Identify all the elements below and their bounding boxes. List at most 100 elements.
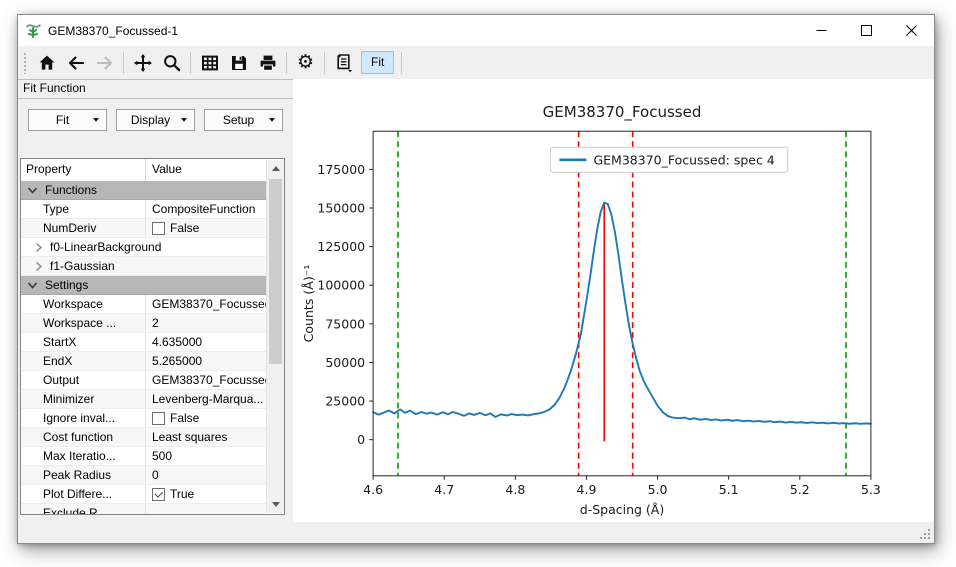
property-row[interactable]: Workspace GEM38370_Focussed [21,295,267,314]
property-row[interactable]: Workspace ... 2 [21,314,267,333]
section-row[interactable]: Settings [21,276,267,295]
property-row[interactable]: Exclude R... [21,504,267,514]
property-value-cell[interactable]: 500 [146,449,267,463]
toolbar-separator [401,51,403,74]
property-row[interactable]: Max Iteratio... 500 [21,447,267,466]
checkbox-unchecked[interactable] [152,221,165,235]
y-tick-label: 75000 [325,316,365,331]
maximize-button[interactable] [844,15,889,46]
zoom-button[interactable] [158,49,185,76]
x-tick-label: 5.1 [719,482,739,497]
y-tick-label: 125000 [317,239,365,254]
property-row[interactable]: NumDeriv False [21,219,267,238]
desktop: { "window": { "title": "GEM38370_Focusse… [0,0,956,567]
property-value-cell[interactable]: False [146,411,267,425]
back-button[interactable] [62,49,89,76]
section-row[interactable]: Functions [21,181,267,200]
fit-window: GEM38370_Focussed-1 ⚙ Fit Fit Function F… [17,14,935,544]
property-value-cell[interactable]: CompositeFunction [146,202,267,216]
script-button[interactable] [330,49,357,76]
property-name-cell: Workspace [21,295,146,313]
resize-grip[interactable] [918,527,930,539]
scroll-up-button[interactable] [267,160,284,177]
property-name-cell: Workspace ... [21,314,146,332]
fit-toggle-button[interactable]: Fit [361,51,395,74]
print-button[interactable] [254,49,281,76]
property-value-cell[interactable]: Levenberg-Marqua... [146,392,267,406]
dock-title[interactable]: Fit Function [18,79,293,99]
toolbar-separator [324,51,325,74]
function-group-label: f1-Gaussian [50,259,115,273]
grid-button[interactable] [196,49,223,76]
property-value-text: GEM38370_Focussed [152,373,267,387]
save-button[interactable] [225,49,252,76]
function-group-row[interactable]: f1-Gaussian [21,257,267,276]
toolbar-separator [123,51,124,74]
display-dropdown-label: Display [130,113,171,127]
property-value-cell[interactable]: 4.635000 [146,335,267,349]
y-tick-label: 100000 [317,278,365,293]
property-row[interactable]: Plot Differe... True [21,485,267,504]
property-row[interactable]: StartX 4.635000 [21,333,267,352]
property-value-cell[interactable]: 2 [146,316,267,330]
scrollbar-thumb[interactable] [269,179,282,364]
property-value-cell[interactable]: GEM38370_Focussed [146,373,267,387]
property-value-cell[interactable]: False [146,221,267,235]
script-icon [337,54,352,73]
property-name-cell: Minimizer [21,390,146,408]
property-value-text: 5.265000 [152,354,203,368]
options-button[interactable]: ⚙ [292,49,319,76]
property-row[interactable]: Cost function Least squares [21,428,267,447]
y-tick-label: 50000 [325,355,365,370]
plot-canvas[interactable]: 4.6 4.7 4.8 4.9 5.0 5.1 5.2 5.3 0 25000 50000 75000… [293,79,934,522]
toolbar-drag-handle[interactable] [23,51,27,74]
property-row[interactable]: Output GEM38370_Focussed [21,371,267,390]
property-name-cell: Type [21,200,146,218]
property-row[interactable]: Ignore inval... False [21,409,267,428]
property-name-cell: Ignore inval... [21,409,146,427]
setup-dropdown-label: Setup [222,113,255,127]
minimize-button[interactable] [799,15,844,46]
scroll-down-button[interactable] [267,496,284,513]
property-name-cell: NumDeriv [21,219,146,237]
plot-toolbar: ⚙ Fit [18,46,934,79]
property-value-text: 500 [152,449,173,463]
home-button[interactable] [33,49,60,76]
x-tick-label: 5.3 [861,482,881,497]
function-group-row[interactable]: f0-LinearBackground [21,238,267,257]
property-value-cell[interactable]: 5.265000 [146,354,267,368]
x-tick-label: 4.8 [505,482,525,497]
property-row[interactable]: Type CompositeFunction [21,200,267,219]
chevron-down-icon [27,281,38,289]
property-value-cell[interactable]: Least squares [146,430,267,444]
table-scrollbar[interactable] [266,160,284,513]
property-value-text: False [170,411,200,425]
value-column-header: Value [152,162,182,176]
property-row[interactable]: EndX 5.265000 [21,352,267,371]
property-value-cell[interactable]: 0 [146,468,267,482]
property-value-cell[interactable]: GEM38370_Focussed [146,297,267,311]
setup-dropdown-button[interactable]: Setup [204,109,283,131]
y-tick-label: 175000 [317,162,365,177]
property-value-text: GEM38370_Focussed [152,297,267,311]
forward-button[interactable] [91,49,118,76]
plot-title: GEM38370_Focussed [543,103,702,122]
pan-button[interactable] [129,49,156,76]
title-bar[interactable]: GEM38370_Focussed-1 [18,15,934,46]
close-button[interactable] [889,15,934,46]
property-column-header: Property [21,159,146,181]
x-tick-label: 5.0 [648,482,668,497]
property-row[interactable]: Minimizer Levenberg-Marqua... [21,390,267,409]
fit-dropdown-button[interactable]: Fit [28,109,107,131]
chevron-down-icon [93,118,99,122]
property-name-cell: Output [21,371,146,389]
checkbox-unchecked[interactable] [152,411,165,425]
maximize-icon [861,25,872,36]
property-value-cell[interactable]: True [146,487,267,501]
checkbox-checked[interactable] [152,487,165,501]
display-dropdown-button[interactable]: Display [116,109,195,131]
forward-arrow-icon [96,55,112,70]
x-tick-label: 4.6 [363,482,383,497]
property-row[interactable]: Peak Radius 0 [21,466,267,485]
y-tick-label: 0 [357,432,365,447]
